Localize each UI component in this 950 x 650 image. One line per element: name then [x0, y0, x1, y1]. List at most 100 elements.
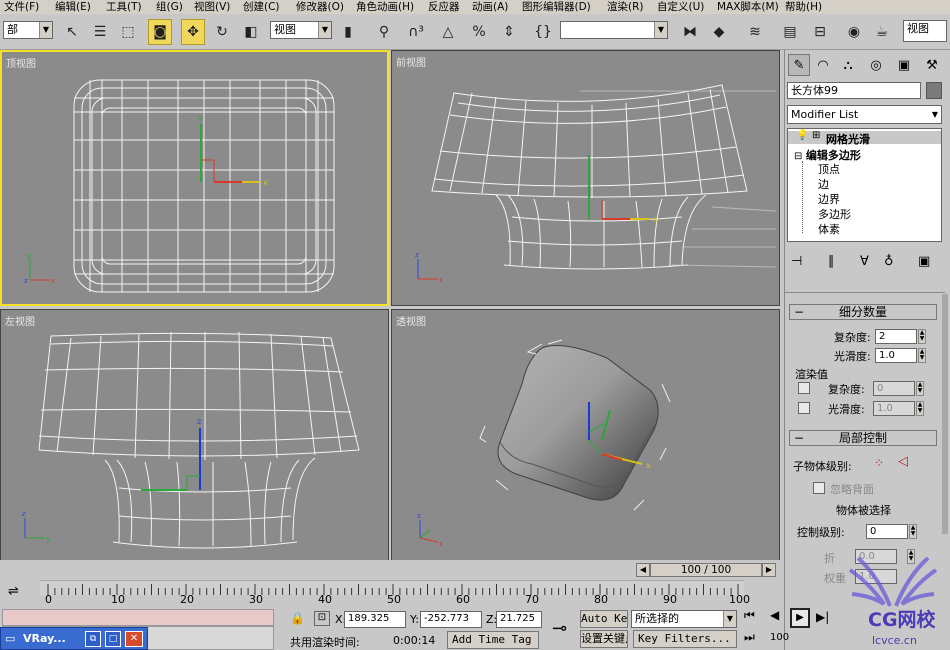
render-type-dropdown[interactable]: 视图 — [903, 20, 947, 42]
maximize-icon[interactable]: □ — [105, 631, 121, 647]
layers-icon[interactable]: ≋ — [743, 19, 767, 45]
iterations-spinner[interactable]: 2 — [875, 329, 917, 344]
smoothness-spinner[interactable]: 1.0 — [875, 348, 917, 363]
time-slider[interactable]: 100 / 100 — [650, 563, 762, 577]
render-iterations-checkbox[interactable] — [798, 382, 810, 394]
menu-modifiers[interactable]: 修改器(O) — [296, 0, 344, 14]
key-mode-dropdown[interactable]: 所选择的 ▼ — [631, 610, 737, 628]
schematic-icon[interactable]: ⊟ — [808, 19, 832, 45]
menu-graph-editors[interactable]: 图形编辑器(D) — [522, 0, 591, 14]
auto-key-button[interactable]: Auto Key — [580, 610, 628, 628]
selection-filter-dropdown[interactable]: 部 ▼ — [3, 21, 53, 39]
play-icon[interactable]: ▶ — [790, 608, 810, 628]
render-smoothness-checkbox[interactable] — [798, 402, 810, 414]
menu-views[interactable]: 视图(V) — [194, 0, 230, 14]
lock-selection-icon[interactable]: 🔒 — [290, 611, 305, 625]
stack-sub-polygon[interactable]: 多边形 — [818, 206, 851, 222]
modify-tab-icon[interactable]: ◠ — [812, 54, 834, 76]
track-bar-icon[interactable]: ⇌ — [8, 584, 19, 599]
remove-modifier-icon[interactable]: ♁ — [884, 254, 894, 269]
time-slider-prev[interactable]: ◀ — [636, 563, 650, 577]
menu-create[interactable]: 创建(C) — [243, 0, 280, 14]
configure-sets-icon[interactable]: ▣ — [918, 254, 930, 269]
angle-snap-icon[interactable]: △ — [436, 19, 460, 45]
menu-help[interactable]: 帮助(H) — [785, 0, 822, 14]
rotate-icon[interactable]: ↻ — [210, 19, 234, 45]
frame-field[interactable]: 100 — [770, 632, 789, 643]
select-by-name-icon[interactable]: ☰ — [88, 19, 112, 45]
stack-sub-element[interactable]: 体素 — [818, 221, 840, 237]
pivot-icon[interactable]: ▮ — [336, 19, 360, 45]
object-name-field[interactable]: 长方体99 — [787, 82, 921, 99]
spinner-arrows[interactable]: ▲ ▼ — [918, 329, 926, 344]
modifier-list-dropdown[interactable]: Modifier List ▼ — [787, 105, 942, 124]
edge-sublevel-icon[interactable]: ◁ — [898, 454, 908, 469]
maxscript-listener[interactable] — [2, 609, 274, 626]
command-panel-scrollbar[interactable] — [942, 294, 948, 534]
spinner-arrows[interactable]: ▲ ▼ — [918, 348, 926, 363]
stack-item-meshsmooth[interactable]: 💡 ⊞ 网格光滑 — [788, 130, 941, 146]
modifier-stack[interactable]: 💡 ⊞ 网格光滑 ⊟ 编辑多边形 顶点 边 边界 多边形 体素 — [787, 128, 942, 242]
spinner-arrows[interactable]: ▲ ▼ — [916, 401, 924, 416]
z-coord-field[interactable]: 21.725 — [496, 611, 542, 628]
restore-icon[interactable]: ⧉ — [85, 631, 101, 647]
align-icon[interactable]: ◆ — [707, 19, 731, 45]
ref-coord-dropdown[interactable]: 视图 ▼ — [270, 21, 332, 39]
material-editor-icon[interactable]: ◉ — [842, 19, 866, 45]
key-filters-button[interactable]: Key Filters... — [633, 630, 737, 648]
stack-sub-vertex[interactable]: 顶点 — [818, 161, 840, 177]
render-scene-icon[interactable]: ☕ — [870, 19, 894, 45]
add-time-tag-button[interactable]: Add Time Tag — [447, 631, 539, 649]
menu-animation[interactable]: 动画(A) — [472, 0, 508, 14]
utilities-tab-icon[interactable]: ⚒ — [921, 54, 943, 76]
control-level-spinner[interactable]: 0 — [866, 524, 908, 539]
stack-sub-border[interactable]: 边界 — [818, 191, 840, 207]
ignore-backface-checkbox[interactable] — [813, 482, 825, 494]
close-icon[interactable]: ✕ — [125, 631, 143, 647]
motion-tab-icon[interactable]: ◎ — [865, 54, 887, 76]
rollout-local-control[interactable]: − 局部控制 — [789, 430, 937, 446]
move-icon[interactable]: ✥ — [181, 19, 205, 45]
rect-region-icon[interactable]: ⬚ — [116, 19, 140, 45]
render-smoothness-spinner[interactable]: 1.0 — [873, 401, 915, 416]
menu-file[interactable]: 文件(F) — [4, 0, 39, 14]
next-frame-icon[interactable]: ▶| — [816, 610, 829, 624]
render-iterations-spinner[interactable]: 0 — [873, 381, 915, 396]
pin-stack-icon[interactable]: ⊣ — [791, 254, 802, 269]
viewport-perspective[interactable]: 透视图 x z x — [391, 309, 780, 565]
viewport-left[interactable]: 左视图 z z y — [0, 309, 389, 565]
set-key-icon[interactable]: ⊸ — [552, 618, 567, 639]
spinner-snap-icon[interactable]: ⇕ — [497, 19, 521, 45]
spinner-arrows[interactable]: ▲ ▼ — [916, 381, 924, 396]
menu-character[interactable]: 角色动画(H) — [356, 0, 414, 14]
mirror-icon[interactable]: ⧓ — [678, 19, 702, 45]
create-tab-icon[interactable]: ✎ — [788, 54, 810, 76]
show-end-result-icon[interactable]: ∥ — [828, 254, 835, 269]
time-slider-next[interactable]: ▶ — [762, 563, 776, 577]
make-unique-icon[interactable]: ∀ — [860, 254, 869, 269]
menu-customize[interactable]: 自定义(U) — [657, 0, 704, 14]
taskbar-item[interactable]: ▭ VRay... ⧉ □ ✕ — [0, 627, 148, 650]
object-color-swatch[interactable] — [926, 82, 942, 99]
menu-tools[interactable]: 工具(T) — [106, 0, 142, 14]
percent-snap-icon[interactable]: % — [467, 19, 491, 45]
hierarchy-tab-icon[interactable]: ⛬ — [837, 54, 859, 76]
rollout-subdivision-amount[interactable]: − 细分数量 — [789, 304, 937, 320]
display-tab-icon[interactable]: ▣ — [893, 54, 915, 76]
goto-start-icon[interactable]: ⏮ — [744, 608, 755, 623]
prev-frame-icon[interactable]: ◀ — [770, 608, 779, 622]
select-icon[interactable]: ↖ — [60, 19, 84, 45]
vertex-sublevel-icon[interactable]: ⁘ — [874, 456, 884, 470]
manipulate-icon[interactable]: ⚲ — [372, 19, 396, 45]
stack-sub-edge[interactable]: 边 — [818, 176, 829, 192]
menu-rendering[interactable]: 渲染(R) — [607, 0, 644, 14]
set-key-button[interactable]: 设置关键点 — [580, 630, 628, 648]
spinner-arrows[interactable]: ▲ ▼ — [909, 524, 917, 539]
x-coord-field[interactable]: 189.325 — [344, 611, 406, 628]
viewport-front[interactable]: 前视图 x z x — [391, 50, 780, 306]
y-coord-field[interactable]: -252.773 — [420, 611, 482, 628]
track-view-icon[interactable]: ▤ — [778, 19, 802, 45]
snap-3d-icon[interactable]: ∩³ — [404, 19, 428, 45]
viewport-top[interactable]: 顶视图 y x y x z — [0, 50, 389, 306]
scale-icon[interactable]: ◧ — [239, 19, 263, 45]
